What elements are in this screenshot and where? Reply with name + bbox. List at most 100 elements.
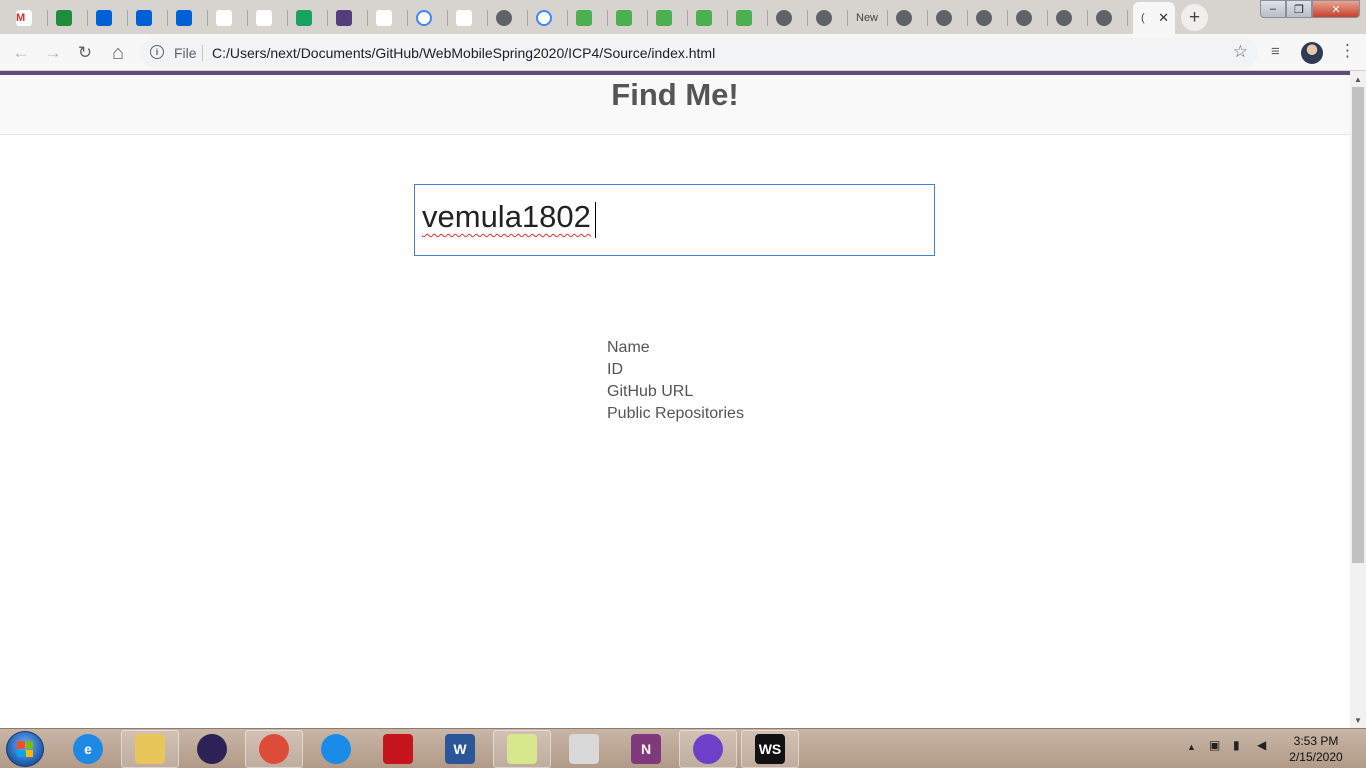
site-info-icon[interactable]: i bbox=[150, 45, 164, 59]
clock-time: 3:53 PM bbox=[1293, 734, 1339, 748]
bootstrap-icon bbox=[336, 10, 352, 26]
clock-date: 2/15/2020 bbox=[1289, 750, 1343, 764]
action-center-icon[interactable]: ▣ bbox=[1209, 738, 1220, 752]
taskbar-app[interactable]: N bbox=[617, 730, 675, 768]
browser-tab[interactable] bbox=[928, 2, 968, 34]
volume-icon[interactable]: ◀ bbox=[1257, 738, 1266, 752]
word-icon: W bbox=[445, 734, 475, 764]
address-bar[interactable]: i File C:/Users/next/Documents/GitHub/We… bbox=[140, 38, 1258, 67]
browser-tab[interactable] bbox=[168, 2, 208, 34]
browser-tab[interactable] bbox=[448, 2, 488, 34]
internet-explorer-icon: e bbox=[73, 734, 103, 764]
taskbar-app[interactable] bbox=[307, 730, 365, 768]
media-controls-icon[interactable]: ≡ bbox=[1271, 43, 1280, 60]
tab-separator bbox=[1127, 10, 1128, 26]
taskbar-app[interactable] bbox=[679, 730, 737, 768]
profile-avatar[interactable] bbox=[1301, 42, 1323, 64]
browser-tab[interactable]: M bbox=[8, 2, 48, 34]
globe-icon bbox=[976, 10, 992, 26]
browser-tab[interactable] bbox=[528, 2, 568, 34]
close-window-button[interactable]: ✕ bbox=[1312, 0, 1360, 18]
browser-tab[interactable] bbox=[608, 2, 648, 34]
chrome-icon bbox=[259, 734, 289, 764]
browser-tab[interactable] bbox=[728, 2, 768, 34]
link-icon bbox=[456, 10, 472, 26]
scroll-down-icon[interactable]: ▼ bbox=[1350, 712, 1366, 728]
back-button[interactable]: ← bbox=[9, 41, 33, 65]
browser-tab[interactable] bbox=[488, 2, 528, 34]
bookmark-star-icon[interactable]: ☆ bbox=[1233, 42, 1248, 62]
taskbar-app[interactable]: W bbox=[431, 730, 489, 768]
browser-tab[interactable] bbox=[248, 2, 288, 34]
close-tab-icon[interactable]: ✕ bbox=[1158, 10, 1169, 26]
taskbar-app[interactable] bbox=[183, 730, 241, 768]
taskbar-app[interactable] bbox=[555, 730, 613, 768]
browser-tab[interactable] bbox=[408, 2, 448, 34]
forward-button[interactable]: → bbox=[41, 41, 65, 65]
w3schools-icon bbox=[736, 10, 752, 26]
browser-tab[interactable] bbox=[328, 2, 368, 34]
browser-tab[interactable] bbox=[968, 2, 1008, 34]
browser-tab[interactable] bbox=[128, 2, 168, 34]
reload-button[interactable]: ↻ bbox=[73, 41, 97, 65]
tab-title: M bbox=[16, 12, 26, 24]
taskbar-app[interactable] bbox=[245, 730, 303, 768]
text-caret bbox=[595, 202, 596, 238]
taskbar-app[interactable]: e bbox=[59, 730, 117, 768]
browser-tab[interactable]: New bbox=[848, 2, 888, 34]
browser-tab[interactable] bbox=[888, 2, 928, 34]
scroll-thumb[interactable] bbox=[1352, 87, 1364, 563]
globe-icon bbox=[1016, 10, 1032, 26]
sheets-icon bbox=[56, 10, 72, 26]
tab-title: New bbox=[856, 12, 879, 24]
globe-icon bbox=[936, 10, 952, 26]
page-viewport: Find Me! vemula1802 Name ID GitHub URL P… bbox=[0, 71, 1350, 728]
browser-tab[interactable] bbox=[288, 2, 328, 34]
browser-tab[interactable] bbox=[88, 2, 128, 34]
browser-tab[interactable] bbox=[688, 2, 728, 34]
browser-tab[interactable] bbox=[1048, 2, 1088, 34]
w3schools-icon bbox=[576, 10, 592, 26]
sticky-notes-icon bbox=[507, 734, 537, 764]
box-icon bbox=[96, 10, 112, 26]
browser-tab[interactable] bbox=[208, 2, 248, 34]
box-icon bbox=[176, 10, 192, 26]
info-label-name: Name bbox=[607, 339, 650, 356]
new-tab-button[interactable]: + bbox=[1181, 4, 1208, 31]
taskbar-app[interactable] bbox=[493, 730, 551, 768]
page-header: Find Me! bbox=[0, 75, 1350, 135]
github-desktop-icon bbox=[693, 734, 723, 764]
taskbar-app[interactable]: WS bbox=[741, 730, 799, 768]
browser-menu-icon[interactable]: ⋮ bbox=[1339, 41, 1356, 61]
browser-tab[interactable] bbox=[1008, 2, 1048, 34]
user-info-list: Name ID GitHub URL Public Repositories bbox=[607, 337, 744, 425]
home-button[interactable]: ⌂ bbox=[106, 41, 130, 65]
active-tab-title: ( bbox=[1141, 12, 1145, 24]
url-text[interactable]: C:/Users/next/Documents/GitHub/WebMobile… bbox=[212, 45, 715, 61]
minimize-button[interactable]: ‒ bbox=[1260, 0, 1286, 18]
github-icon bbox=[256, 10, 272, 26]
active-tab[interactable]: ( ✕ bbox=[1133, 2, 1175, 34]
browser-tab[interactable] bbox=[808, 2, 848, 34]
system-clock[interactable]: 3:53 PM 2/15/2020 bbox=[1284, 733, 1348, 765]
browser-tab[interactable] bbox=[368, 2, 408, 34]
start-button[interactable] bbox=[6, 731, 44, 767]
browser-tab[interactable] bbox=[48, 2, 88, 34]
page-scrollbar[interactable]: ▲ ▼ bbox=[1350, 71, 1366, 728]
browser-tab[interactable] bbox=[648, 2, 688, 34]
eclipse-icon bbox=[197, 734, 227, 764]
scroll-up-icon[interactable]: ▲ bbox=[1350, 71, 1366, 87]
show-hidden-icons-icon[interactable]: ▲ bbox=[1187, 742, 1196, 752]
browser-tab[interactable] bbox=[768, 2, 808, 34]
browser-tab[interactable] bbox=[568, 2, 608, 34]
box-icon bbox=[136, 10, 152, 26]
maximize-button[interactable]: ❐ bbox=[1286, 0, 1312, 18]
green-circle-icon bbox=[296, 10, 312, 26]
browser-tab-strip: M New ( ✕ + ‒ ❐ ✕ bbox=[0, 0, 1366, 34]
network-icon[interactable]: ▮ bbox=[1233, 738, 1240, 752]
taskbar-app[interactable] bbox=[369, 730, 427, 768]
info-label-public-repos: Public Repositories bbox=[607, 405, 744, 422]
browser-tab[interactable] bbox=[1088, 2, 1128, 34]
taskbar-app[interactable] bbox=[121, 730, 179, 768]
username-search-value: vemula1802 bbox=[422, 199, 591, 234]
